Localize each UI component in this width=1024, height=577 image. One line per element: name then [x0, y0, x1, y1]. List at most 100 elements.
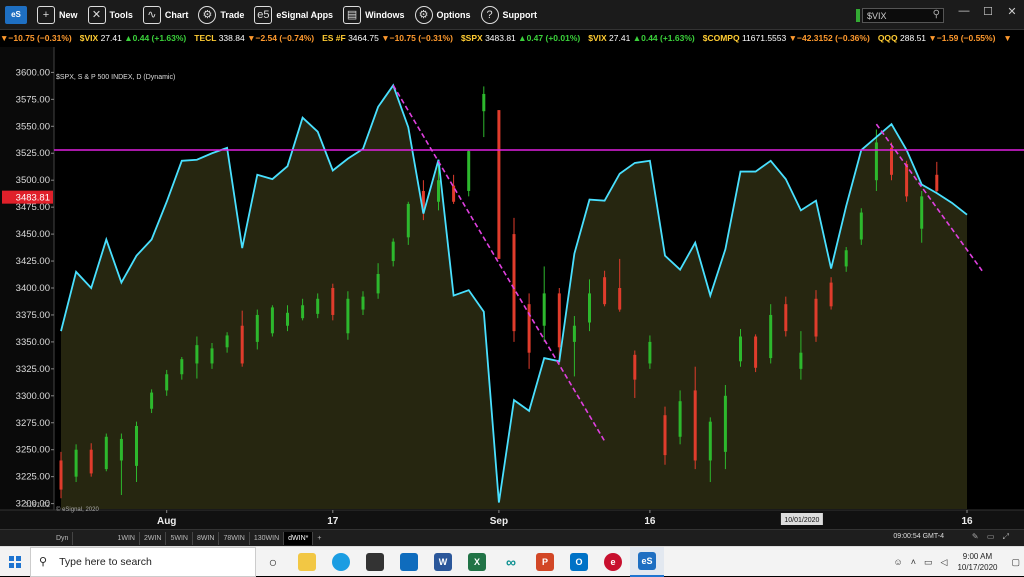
- ticker-item[interactable]: TECL 338.84 ▼−2.54 (−0.74%): [194, 33, 314, 43]
- candle-body: [452, 185, 456, 202]
- volume-icon[interactable]: ◁: [941, 557, 948, 568]
- close-icon[interactable]: ✕: [1000, 0, 1024, 22]
- candle-body: [391, 241, 395, 262]
- options-gear-icon: ⚙: [414, 5, 433, 24]
- menu-support[interactable]: ? Support: [480, 0, 537, 30]
- menu-chart[interactable]: ∿ Chart: [142, 0, 189, 30]
- menu-new[interactable]: + New: [37, 0, 78, 30]
- window-controls: — ☐ ✕: [952, 0, 1024, 22]
- ticker-item[interactable]: ▼: [1003, 33, 1011, 43]
- candle-body: [240, 325, 244, 364]
- maximize-icon[interactable]: ☐: [976, 0, 1000, 22]
- x-axis-panel: [0, 510, 1024, 529]
- menu-trade[interactable]: ⚙ Trade: [198, 0, 244, 30]
- ticker-price: 3464.75: [348, 33, 379, 43]
- y-tick-label: 3600.00: [16, 67, 50, 78]
- chart-canvas[interactable]: 3200.003225.003250.003275.003300.003325.…: [0, 47, 1024, 529]
- store-icon[interactable]: [358, 547, 392, 577]
- candle-body: [180, 359, 184, 375]
- outlook-icon[interactable]: O: [562, 547, 596, 577]
- chart-icon: ∿: [142, 5, 161, 24]
- powerpoint-icon[interactable]: P: [528, 547, 562, 577]
- timeframe-button[interactable]: 8WIN: [193, 531, 220, 545]
- candle-body: [331, 288, 335, 315]
- candle-body: [512, 234, 516, 332]
- network-icon[interactable]: ▭: [924, 557, 933, 568]
- y-tick-label: 3375.00: [16, 310, 50, 321]
- windows-start-icon[interactable]: [0, 547, 30, 577]
- add-timeframe-button[interactable]: +: [313, 532, 325, 545]
- ticker-change: ▲0.47 (+0.01%): [518, 33, 581, 43]
- timeframe-button[interactable]: 78WIN: [219, 531, 250, 545]
- ticker-item[interactable]: ▼−10.75 (−0.31%): [0, 33, 72, 43]
- ticker-item[interactable]: $VIX 27.41 ▲0.44 (+1.63%): [80, 33, 187, 43]
- menu-label: Trade: [220, 9, 245, 20]
- notification-icon[interactable]: ▢: [1011, 557, 1020, 568]
- timeframe-button[interactable]: 1WIN: [113, 531, 140, 545]
- menu-label: Tools: [109, 9, 133, 20]
- mail-icon[interactable]: [392, 547, 426, 577]
- timeframe-button[interactable]: dWIN*: [284, 531, 314, 545]
- ticker-symbol: QQQ: [877, 33, 898, 43]
- system-clock[interactable]: 9:00 AM 10/17/2020: [957, 551, 997, 573]
- y-tick-label: 3225.00: [16, 472, 50, 483]
- esignal-window: eS + New ✕ Tools ∿ Chart ⚙ Trade e5 eSignal Apps ▤…: [0, 0, 1024, 546]
- candle-body: [572, 325, 576, 342]
- excel-icon[interactable]: X: [460, 547, 494, 577]
- y-tick-label: 3575.00: [16, 94, 50, 105]
- file-explorer-icon[interactable]: [290, 547, 324, 577]
- price-chart[interactable]: 3200.00 3225.00 3250.00 3275.00 3300.00 3325.…: [0, 47, 1024, 529]
- search-icon[interactable]: ⚲: [933, 9, 940, 20]
- candle-body: [905, 164, 909, 197]
- candle-body: [633, 354, 637, 380]
- candle-body: [799, 352, 803, 369]
- red-app-icon[interactable]: e: [596, 547, 630, 577]
- ticker-item[interactable]: ES #F 3464.75 ▼−10.75 (−0.31%): [322, 33, 453, 43]
- menu-options[interactable]: ⚙ Options: [414, 0, 471, 30]
- ticker-tape: ▼−10.75 (−0.31%) $VIX 27.41 ▲0.44 (+1.63%…: [0, 31, 1024, 45]
- people-icon[interactable]: ☺: [894, 557, 903, 567]
- timeframe-button[interactable]: 5WIN: [166, 531, 193, 545]
- timeframe-button[interactable]: 130WIN: [250, 531, 285, 545]
- edge-browser-icon[interactable]: [324, 547, 358, 577]
- candle-body: [497, 110, 501, 259]
- ticker-item[interactable]: $VIX 27.41 ▲0.44 (+1.63%): [588, 33, 695, 43]
- ticker-change: ▼−10.75 (−0.31%): [381, 33, 453, 43]
- task-view-icon[interactable]: ○: [256, 547, 290, 577]
- symbol-link-handle[interactable]: [856, 9, 860, 22]
- esignal-taskbar-icon[interactable]: eS: [630, 546, 664, 577]
- minimize-icon[interactable]: —: [952, 0, 976, 22]
- menu-esignal-apps[interactable]: e5 eSignal Apps: [254, 0, 333, 30]
- candle-body: [346, 298, 350, 334]
- footer-tools-icons[interactable]: ✎ ▭ ⤢: [972, 532, 1012, 542]
- app-link-icon[interactable]: ∞: [494, 547, 528, 577]
- chevron-up-icon[interactable]: ˄: [911, 557, 916, 567]
- ticker-change: ▼−42.3152 (−0.36%): [788, 33, 870, 43]
- new-window-icon: +: [37, 5, 55, 24]
- esignal-logo[interactable]: eS: [5, 5, 27, 24]
- candle-body: [588, 293, 591, 323]
- ticker-item[interactable]: QQQ 288.51 ▼−1.59 (−0.55%): [878, 33, 996, 43]
- candle-body: [135, 425, 138, 466]
- ticker-change: ▼: [1003, 33, 1012, 43]
- ticker-item[interactable]: $COMPQ 11671.5553 ▼−42.3152 (−0.36%): [703, 33, 870, 43]
- ticker-item[interactable]: $SPX 3483.81 ▲0.47 (+0.01%): [461, 33, 580, 43]
- candle-body: [104, 436, 108, 470]
- ticker-price: 11671.5553: [741, 33, 787, 43]
- candle-body: [890, 147, 893, 175]
- support-help-icon: ?: [480, 5, 499, 24]
- word-icon[interactable]: W: [426, 547, 460, 577]
- dynamic-mode-button[interactable]: Dyn: [52, 531, 74, 545]
- taskbar-search-input[interactable]: ⚲ Type here to search: [30, 546, 256, 577]
- symbol-input[interactable]: $VIX ⚲: [862, 8, 944, 23]
- clock-date: 10/17/2020: [957, 563, 998, 572]
- chart-title: $SPX, S & P 500 INDEX, D (Dynamic): [56, 74, 176, 81]
- candle-body: [663, 415, 667, 456]
- ticker-symbol: ES #F: [322, 33, 346, 43]
- menu-windows[interactable]: ▤ Windows: [343, 0, 405, 30]
- menu-label: Chart: [164, 9, 189, 20]
- timeframe-button[interactable]: 2WIN: [140, 531, 167, 545]
- menu-tools[interactable]: ✕ Tools: [87, 0, 133, 30]
- candle-body: [119, 438, 123, 461]
- candle-body: [406, 203, 410, 238]
